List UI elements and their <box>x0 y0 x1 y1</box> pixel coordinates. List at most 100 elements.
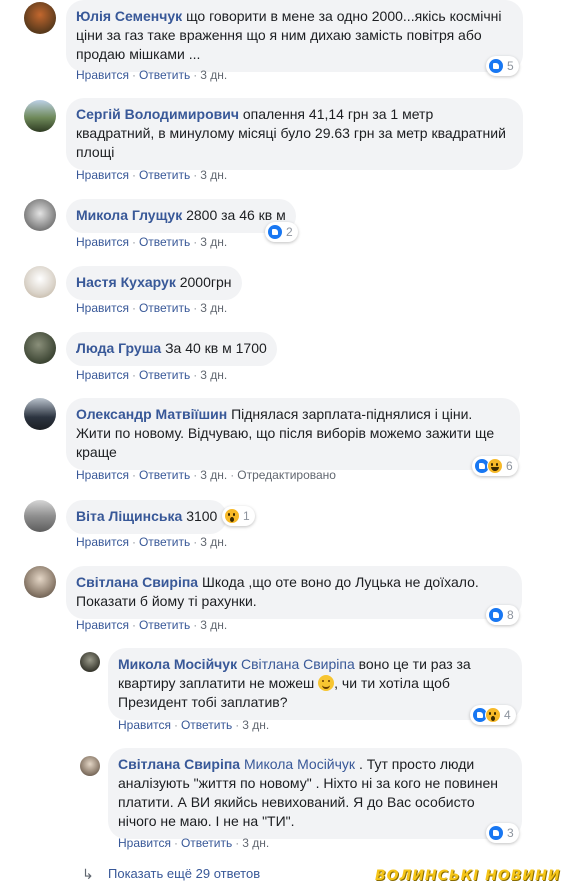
comment-author[interactable]: Віта Ліщинська <box>76 508 182 524</box>
like-button[interactable]: Нравится <box>76 168 129 182</box>
reaction-summary[interactable]: 8 <box>486 605 519 625</box>
reply-author[interactable]: Микола Мосійчук <box>118 656 237 672</box>
comment-actions: Нравится · Ответить · 3 дн. <box>76 235 228 249</box>
comment-time[interactable]: 3 дн. <box>200 68 227 82</box>
reply-time[interactable]: 3 дн. <box>242 718 269 732</box>
avatar[interactable] <box>24 2 56 34</box>
reply-actions: Нравится · Ответить · 3 дн. <box>118 718 270 732</box>
comment-bubble: Настя Кухарук 2000грн <box>66 266 242 300</box>
comment-text: За 40 кв м 1700 <box>165 340 267 356</box>
comment-time[interactable]: 3 дн. <box>200 468 227 482</box>
like-button[interactable]: Нравится <box>76 235 129 249</box>
comment-actions: Нравится · Ответить · 3 дн. <box>76 535 228 549</box>
reply-button[interactable]: Ответить <box>139 301 190 315</box>
comment-bubble: Віта Ліщинська 3100 <box>66 500 228 534</box>
avatar[interactable] <box>24 332 56 364</box>
reaction-count: 5 <box>507 59 514 73</box>
comment-author[interactable]: Юлія Семенчук <box>76 8 182 24</box>
like-button[interactable]: Нравится <box>76 301 129 315</box>
reply-button[interactable]: Ответить <box>139 535 190 549</box>
reaction-summary[interactable]: 1 <box>222 506 255 526</box>
comment-author[interactable]: Люда Груша <box>76 340 161 356</box>
edited-label[interactable]: Отредактировано <box>237 468 336 482</box>
reply-button[interactable]: Ответить <box>181 718 232 732</box>
comment-author[interactable]: Микола Глущук <box>76 207 182 223</box>
reaction-count: 2 <box>286 225 293 239</box>
comment-bubble: Микола Глущук 2800 за 46 кв м <box>66 199 296 233</box>
comment-bubble: Юлія Семенчук що говорити в мене за одно… <box>66 0 523 72</box>
comment-time[interactable]: 3 дн. <box>200 235 227 249</box>
comment-actions: Нравится · Ответить · 3 дн. <box>76 301 228 315</box>
show-more-replies-link[interactable]: ↳ Показать ещё 29 ответов <box>82 866 260 881</box>
reply-author[interactable]: Світлана Свиріпа <box>118 756 240 772</box>
like-icon <box>267 224 283 240</box>
avatar[interactable] <box>24 566 56 598</box>
like-icon <box>488 607 504 623</box>
like-button[interactable]: Нравится <box>76 68 129 82</box>
reaction-count: 6 <box>506 459 513 473</box>
avatar[interactable] <box>24 266 56 298</box>
comment-author[interactable]: Олександр Матвіїшин <box>76 406 227 422</box>
reply-button[interactable]: Ответить <box>139 618 190 632</box>
comment-actions: Нравится · Ответить · 3 дн. <box>76 368 228 382</box>
reply-actions: Нравится · Ответить · 3 дн. <box>118 836 270 850</box>
reaction-count: 8 <box>507 608 514 622</box>
reply-bubble: Микола Мосійчук Світлана Свиріпа воно це… <box>108 648 522 720</box>
like-button[interactable]: Нравится <box>118 718 171 732</box>
like-button[interactable]: Нравится <box>76 535 129 549</box>
comment-bubble: Люда Груша За 40 кв м 1700 <box>66 332 277 366</box>
like-icon <box>488 825 504 841</box>
comment-actions: Нравится · Ответить · 3 дн. · Отредактировано <box>76 468 336 482</box>
comment-author[interactable]: Світлана Свиріпа <box>76 574 198 590</box>
reaction-count: 1 <box>243 509 250 523</box>
reply-arrow-icon: ↳ <box>82 865 94 882</box>
reaction-count: 3 <box>507 826 514 840</box>
avatar[interactable] <box>24 500 56 532</box>
wow-icon <box>485 707 501 723</box>
show-more-replies-label[interactable]: Показать ещё 29 ответов <box>108 866 260 881</box>
haha-icon <box>487 458 503 474</box>
reaction-summary[interactable]: 3 <box>486 823 519 843</box>
like-button[interactable]: Нравится <box>76 468 129 482</box>
reaction-summary[interactable]: 2 <box>265 222 298 242</box>
reply-button[interactable]: Ответить <box>181 836 232 850</box>
reply-button[interactable]: Ответить <box>139 168 190 182</box>
reaction-summary[interactable]: 6 <box>472 456 518 476</box>
comment-time[interactable]: 3 дн. <box>200 168 227 182</box>
like-button[interactable]: Нравится <box>76 618 129 632</box>
reaction-summary[interactable]: 4 <box>470 705 516 725</box>
smile-emoji-icon <box>318 675 335 691</box>
comment-time[interactable]: 3 дн. <box>200 618 227 632</box>
comment-time[interactable]: 3 дн. <box>200 535 227 549</box>
reaction-summary[interactable]: 5 <box>486 56 519 76</box>
wow-icon <box>224 508 240 524</box>
comment-bubble: Олександр Матвіїшин Піднялася зарплата-п… <box>66 398 520 470</box>
avatar[interactable] <box>80 652 100 672</box>
reply-button[interactable]: Ответить <box>139 468 190 482</box>
comment-text: 3100 <box>186 508 218 524</box>
avatar[interactable] <box>80 756 100 776</box>
comment-time[interactable]: 3 дн. <box>200 301 227 315</box>
avatar[interactable] <box>24 398 56 430</box>
mention-link[interactable]: Микола Мосійчук <box>244 756 355 772</box>
like-icon <box>488 58 504 74</box>
reply-bubble: Світлана Свиріпа Микола Мосійчук . Тут п… <box>108 748 522 839</box>
reply-time[interactable]: 3 дн. <box>242 836 269 850</box>
reply-button[interactable]: Ответить <box>139 235 190 249</box>
comment-author[interactable]: Сергій Володимирович <box>76 106 239 122</box>
comment-actions: Нравится · Ответить · 3 дн. <box>76 68 228 82</box>
reply-button[interactable]: Ответить <box>139 68 190 82</box>
comment-time[interactable]: 3 дн. <box>200 368 227 382</box>
comment-author[interactable]: Настя Кухарук <box>76 274 176 290</box>
avatar[interactable] <box>24 199 56 231</box>
comment-bubble: Сергій Володимирович опалення 41,14 грн … <box>66 98 523 170</box>
reaction-count: 4 <box>504 708 511 722</box>
mention-link[interactable]: Світлана Свиріпа <box>241 656 355 672</box>
watermark-logo: ВОЛИНСЬКІ НОВИНИ <box>375 868 561 884</box>
like-button[interactable]: Нравится <box>118 836 171 850</box>
avatar[interactable] <box>24 100 56 132</box>
comment-actions: Нравится · Ответить · 3 дн. <box>76 168 228 182</box>
reply-button[interactable]: Ответить <box>139 368 190 382</box>
like-button[interactable]: Нравится <box>76 368 129 382</box>
comment-bubble: Світлана Свиріпа Шкода ,що оте воно до Л… <box>66 566 522 619</box>
